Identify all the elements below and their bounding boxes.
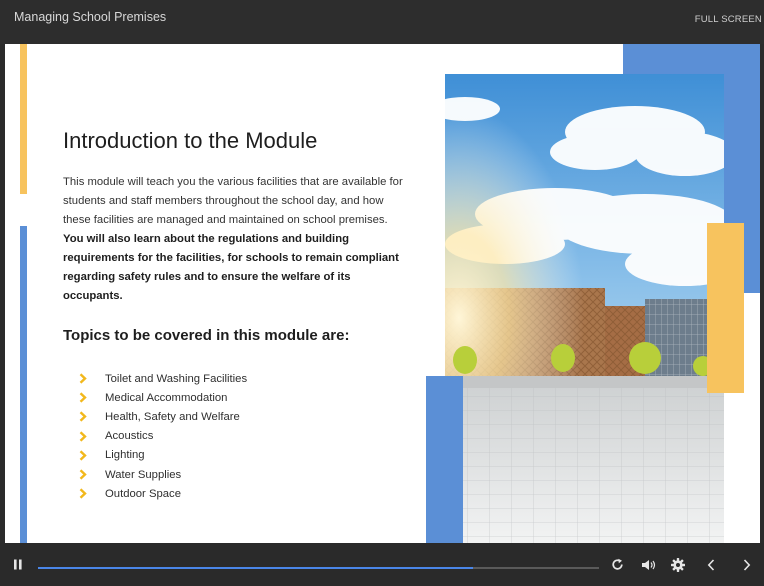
volume-icon[interactable] <box>637 543 659 586</box>
topic-label: Outdoor Space <box>105 487 181 500</box>
course-title: Managing School Premises <box>14 10 167 24</box>
topic-item: Toilet and Washing Facilities <box>79 369 247 388</box>
chevron-right-icon <box>79 450 105 461</box>
topic-item: Medical Accommodation <box>79 388 247 407</box>
decor-yellow-block-right <box>707 223 744 393</box>
topic-item: Outdoor Space <box>79 484 247 503</box>
chevron-right-icon <box>79 430 105 442</box>
full-screen-button[interactable]: FULL SCREEN <box>695 14 762 25</box>
progress-bar[interactable] <box>38 567 599 569</box>
decor-blue-block-bottom <box>426 376 463 543</box>
next-icon[interactable] <box>738 543 756 586</box>
settings-icon[interactable] <box>668 543 688 586</box>
chevron-right-icon <box>79 488 105 499</box>
top-bar: Managing School Premises FULL SCREEN <box>0 0 764 44</box>
slide: Introduction to the Module This module w… <box>5 44 760 543</box>
topic-label: Health, Safety and Welfare <box>105 410 240 423</box>
school-building-photo <box>445 74 724 543</box>
topics-list: Toilet and Washing Facilities Medical Ac… <box>79 369 247 503</box>
left-accent-bar-yellow <box>20 44 27 194</box>
topics-heading: Topics to be covered in this module are: <box>63 327 350 344</box>
progress-fill <box>38 567 473 569</box>
chevron-right-icon <box>79 373 105 384</box>
topic-item: Health, Safety and Welfare <box>79 407 247 426</box>
topic-label: Water Supplies <box>105 468 182 481</box>
intro-text: This module will teach you the various f… <box>63 176 403 226</box>
topic-label: Lighting <box>105 449 145 462</box>
chevron-right-icon <box>79 411 105 423</box>
topic-label: Acoustics <box>105 430 154 443</box>
replay-icon[interactable] <box>607 543 627 586</box>
chevron-right-icon <box>79 469 105 480</box>
intro-paragraph: This module will teach you the various f… <box>63 173 408 306</box>
topic-item: Lighting <box>79 446 247 465</box>
slide-heading: Introduction to the Module <box>63 128 318 153</box>
topic-item: Acoustics <box>79 427 247 446</box>
topic-item: Water Supplies <box>79 465 247 484</box>
pause-icon[interactable] <box>8 543 28 586</box>
intro-bold-text: You will also learn about the regulation… <box>63 233 399 302</box>
player-controls <box>0 543 764 586</box>
topic-label: Toilet and Washing Facilities <box>105 372 248 385</box>
previous-icon[interactable] <box>702 543 720 586</box>
chevron-right-icon <box>79 392 105 403</box>
topic-label: Medical Accommodation <box>105 391 228 404</box>
left-accent-bar-blue <box>20 226 27 543</box>
